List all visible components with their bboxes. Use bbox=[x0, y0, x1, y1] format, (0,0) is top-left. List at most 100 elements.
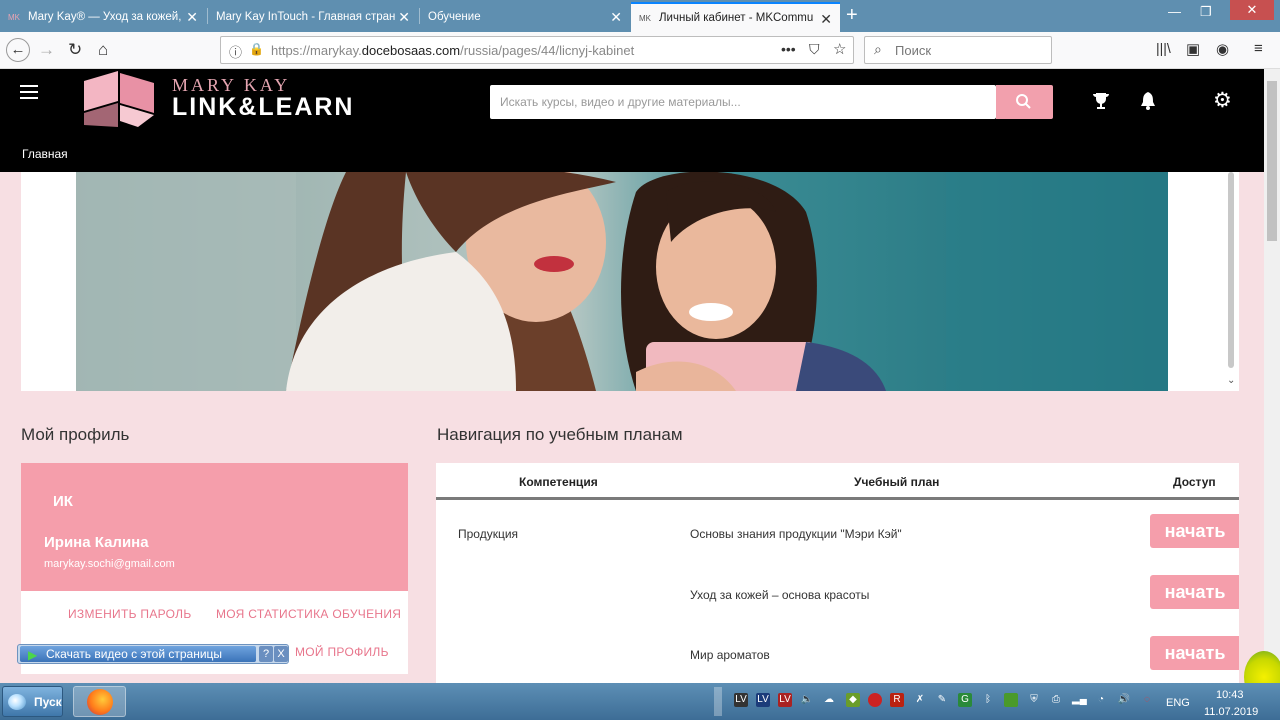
account-icon[interactable]: ◉ bbox=[1216, 40, 1229, 58]
close-widget-button[interactable]: X bbox=[274, 646, 288, 662]
window-close-icon[interactable]: ✕ bbox=[1230, 0, 1274, 20]
url-prefix: https://marykay. bbox=[271, 43, 362, 58]
start-button[interactable]: начать bbox=[1150, 575, 1239, 609]
library-icon[interactable]: |||\ bbox=[1156, 40, 1171, 56]
bell-icon[interactable] bbox=[1139, 91, 1157, 111]
table-header: Компетенция Учебный план Доступ bbox=[436, 463, 1239, 500]
browser-tab-bar: MK Mary Kay® — Уход за кожей, ✕ Mary Kay… bbox=[0, 0, 1280, 32]
play-icon: ▶ bbox=[28, 648, 38, 662]
nav-home-link[interactable]: Главная bbox=[22, 147, 68, 161]
printer-icon[interactable]: ⎙ bbox=[1049, 693, 1063, 707]
trophy-icon[interactable] bbox=[1091, 91, 1111, 111]
url-domain: docebosaas.com bbox=[361, 43, 461, 58]
site-header: MARY KAY LINK&LEARN Искать курсы, видео … bbox=[0, 69, 1264, 172]
url-path: /russia/pages/44/licnyj-kabinet bbox=[460, 43, 635, 58]
tray-app-icon[interactable]: R bbox=[890, 693, 904, 707]
start-label: Пуск bbox=[34, 695, 62, 709]
plan-cell[interactable]: Мир ароматов bbox=[690, 648, 770, 662]
tray-app-icon[interactable]: ◆ bbox=[846, 693, 860, 707]
download-video-button[interactable]: ▶ Скачать видео с этой страницы bbox=[20, 646, 256, 662]
page-actions-icon[interactable]: ••• bbox=[781, 41, 796, 57]
hamburger-menu-icon[interactable] bbox=[20, 85, 38, 99]
profile-card: ИК Ирина Калина marykay.sochi@gmail.com … bbox=[21, 463, 408, 674]
user-name: Ирина Калина bbox=[44, 534, 149, 551]
my-profile-link[interactable]: МОЙ ПРОФИЛЬ bbox=[295, 645, 389, 659]
scroll-down-icon[interactable]: ⌄ bbox=[1227, 375, 1235, 386]
gear-icon[interactable]: ⚙ bbox=[1213, 88, 1232, 113]
network-signal-icon[interactable]: ▂▄ bbox=[1072, 693, 1087, 707]
close-tab-icon[interactable]: ✕ bbox=[398, 9, 410, 26]
restore-icon[interactable]: ❐ bbox=[1200, 4, 1212, 20]
url-text[interactable]: https://marykay.docebosaas.com/russia/pa… bbox=[271, 43, 634, 58]
download-video-label: Скачать видео с этой страницы bbox=[46, 647, 223, 661]
back-icon[interactable]: ← bbox=[6, 38, 30, 62]
reload-icon[interactable]: ↻ bbox=[68, 40, 82, 60]
forward-icon[interactable]: → bbox=[38, 40, 55, 60]
profile-header: ИК Ирина Калина marykay.sochi@gmail.com bbox=[21, 463, 408, 591]
lock-warning-icon[interactable]: 🔒 bbox=[249, 42, 264, 56]
tray-app-icon[interactable]: LV bbox=[734, 693, 748, 707]
tab-intouch[interactable]: Mary Kay InTouch - Главная стран ✕ bbox=[208, 2, 418, 32]
new-tab-icon[interactable]: + bbox=[846, 4, 858, 27]
scrollbar-thumb[interactable] bbox=[1267, 81, 1277, 241]
speaker-icon[interactable]: 🔈 bbox=[800, 693, 814, 707]
start-button[interactable]: начать bbox=[1150, 514, 1239, 548]
tray-scroll-icon[interactable] bbox=[714, 687, 724, 716]
tray-app-icon[interactable]: ✎ bbox=[935, 693, 949, 707]
tab-title: Mary Kay InTouch - Главная стран bbox=[216, 11, 396, 23]
firefox-taskbar-item[interactable] bbox=[73, 686, 126, 717]
tray-app-icon[interactable]: LV bbox=[778, 693, 792, 707]
close-tab-icon[interactable]: ✕ bbox=[820, 11, 832, 28]
close-tab-icon[interactable]: ✕ bbox=[186, 9, 198, 26]
clock-date[interactable]: 11.07.2019 bbox=[1204, 706, 1258, 718]
start-button[interactable]: начать bbox=[1150, 636, 1239, 670]
tray-app-icon[interactable] bbox=[868, 693, 882, 707]
download-video-widget: ▶ Скачать видео с этой страницы ? X bbox=[17, 644, 289, 664]
tray-app-icon[interactable]: ✗ bbox=[913, 693, 927, 707]
plan-cell[interactable]: Уход за кожей – основа красоты bbox=[690, 588, 869, 602]
shield-icon[interactable]: ⛨ bbox=[1027, 693, 1041, 707]
home-icon[interactable]: ⌂ bbox=[98, 40, 108, 60]
site-search-button[interactable] bbox=[996, 85, 1053, 119]
site-search-input[interactable]: Искать курсы, видео и другие материалы..… bbox=[490, 85, 996, 119]
page-scrollbar[interactable] bbox=[1264, 69, 1280, 683]
sidebar-icon[interactable]: ▣ bbox=[1186, 40, 1200, 58]
tab-personal-cabinet[interactable]: MK Личный кабинет - MKCommu ✕ bbox=[631, 2, 840, 32]
column-header-plan: Учебный план bbox=[854, 475, 940, 489]
mary-kay-logo-icon[interactable] bbox=[82, 71, 154, 127]
info-icon[interactable]: ⓘ bbox=[229, 42, 242, 61]
clock-time[interactable]: 10:43 bbox=[1216, 689, 1244, 701]
tray-app-icon[interactable]: ◔ bbox=[1094, 693, 1108, 707]
tray-app-icon[interactable]: ◌ bbox=[1140, 693, 1154, 707]
bluetooth-icon[interactable]: ᛒ bbox=[981, 693, 995, 707]
tab-marykay-skincare[interactable]: MK Mary Kay® — Уход за кожей, ✕ bbox=[0, 2, 206, 32]
browser-search-bar[interactable]: ⌕ Поиск bbox=[864, 36, 1052, 64]
tray-app-icon[interactable]: LV bbox=[756, 693, 770, 707]
avatar-initials: ИК bbox=[53, 493, 73, 510]
cloud-upload-icon[interactable]: ☁ bbox=[822, 693, 836, 707]
tray-app-icon[interactable] bbox=[1004, 693, 1018, 707]
competence-cell: Продукция bbox=[458, 527, 519, 541]
close-tab-icon[interactable]: ✕ bbox=[610, 9, 622, 26]
language-indicator[interactable]: ENG bbox=[1166, 697, 1190, 709]
plan-cell[interactable]: Основы знания продукции "Мэри Кэй" bbox=[690, 527, 902, 541]
url-bar[interactable]: ⓘ 🔒 https://marykay.docebosaas.com/russi… bbox=[220, 36, 854, 64]
tab-title: Обучение bbox=[428, 11, 481, 23]
search-icon bbox=[1016, 94, 1031, 109]
start-button[interactable]: Пуск bbox=[2, 686, 63, 717]
change-password-link[interactable]: ИЗМЕНИТЬ ПАРОЛЬ bbox=[68, 607, 192, 621]
menu-icon[interactable]: ≡ bbox=[1254, 40, 1263, 57]
site-search-placeholder: Искать курсы, видео и другие материалы..… bbox=[500, 95, 741, 109]
search-icon: ⌕ bbox=[874, 41, 882, 57]
volume-icon[interactable]: 🔊 bbox=[1117, 693, 1131, 707]
my-stats-link[interactable]: МОЯ СТАТИСТИКА ОБУЧЕНИЯ bbox=[216, 607, 401, 621]
tray-app-icon[interactable]: G bbox=[958, 693, 972, 707]
help-button[interactable]: ? bbox=[259, 646, 273, 662]
pocket-icon[interactable]: ⛉ bbox=[809, 41, 820, 58]
windows-orb-icon bbox=[8, 694, 26, 710]
tab-title: Личный кабинет - MKCommu bbox=[659, 12, 814, 24]
tab-learning[interactable]: Обучение ✕ bbox=[420, 2, 630, 32]
minimize-icon[interactable]: — bbox=[1168, 4, 1181, 19]
banner-scrollbar[interactable]: ⌄ bbox=[1225, 172, 1239, 391]
bookmark-star-icon[interactable]: ☆ bbox=[833, 40, 846, 58]
